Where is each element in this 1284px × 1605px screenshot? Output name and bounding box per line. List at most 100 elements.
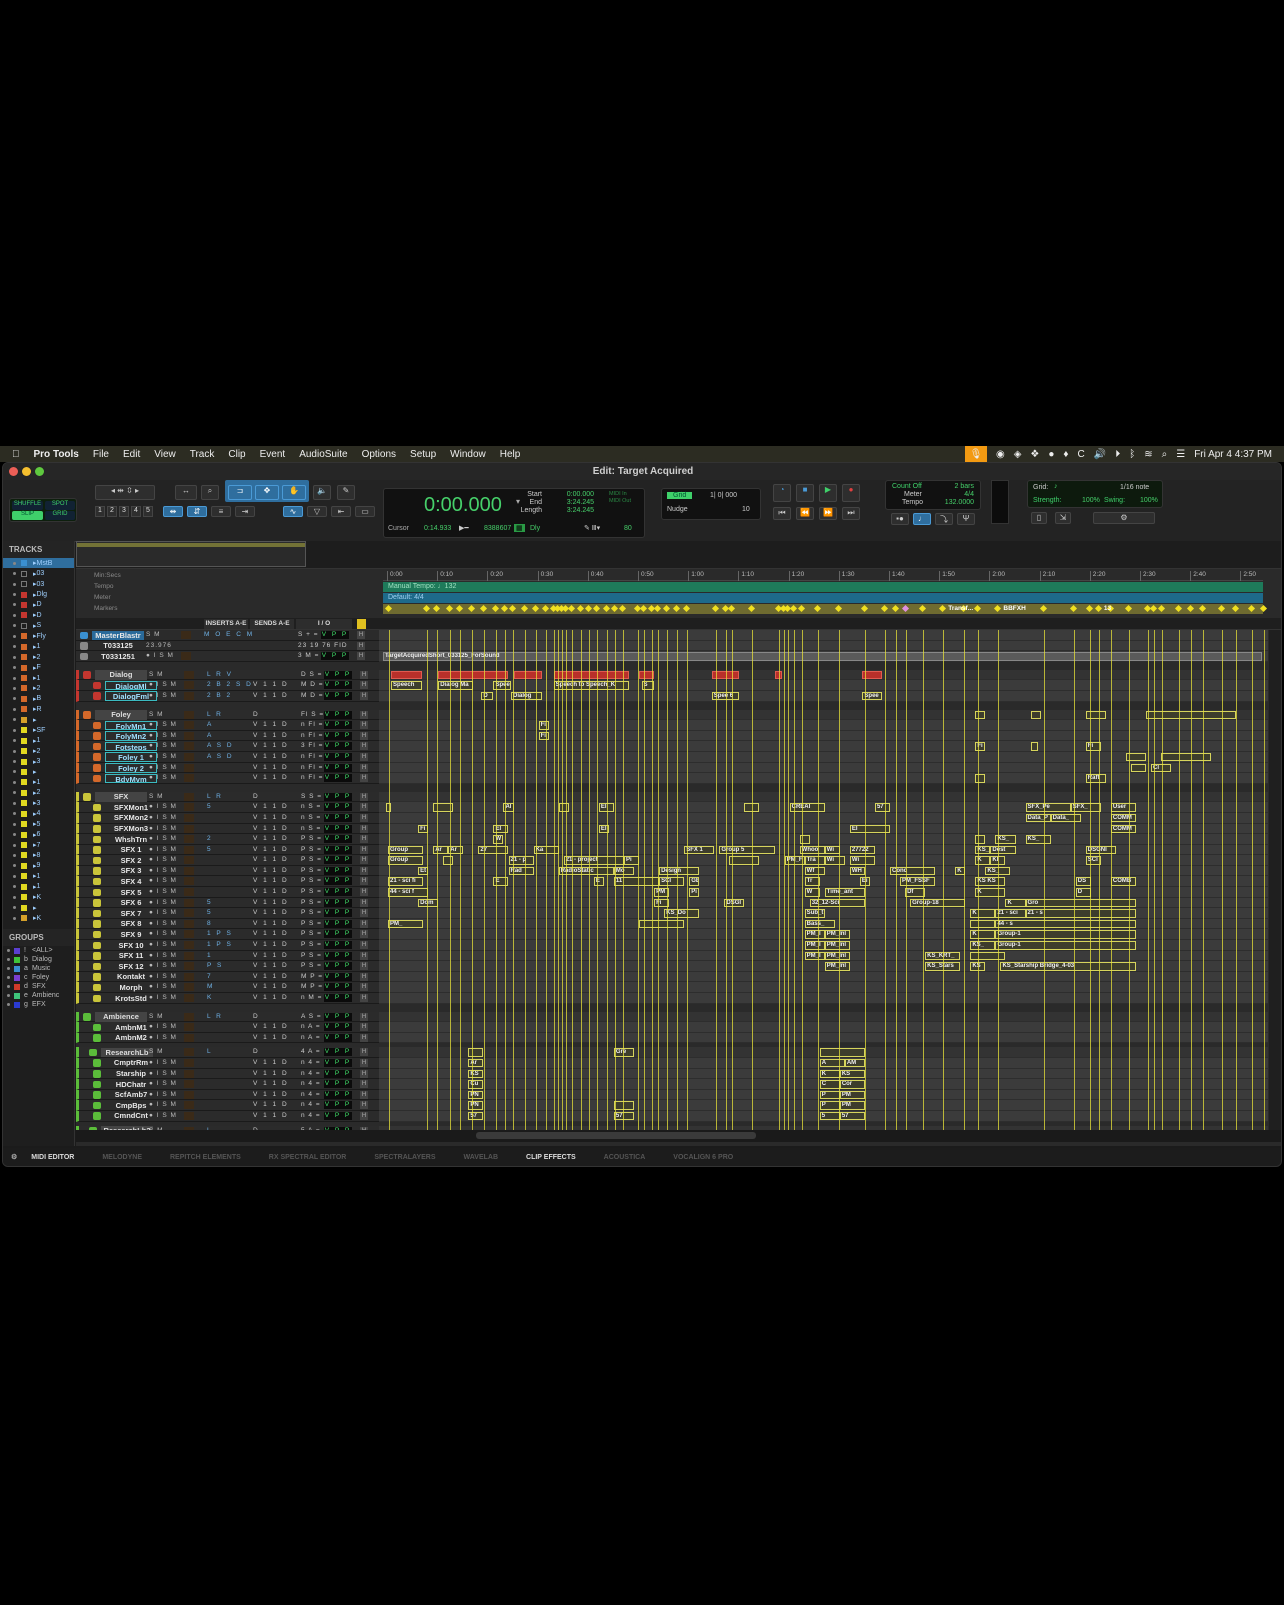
track-voice-vpp[interactable]: V P P <box>324 721 352 730</box>
vertical-scrollbar[interactable] <box>1269 630 1281 1130</box>
dropbox-icon[interactable]: ❖ <box>1030 449 1039 460</box>
clip[interactable]: Wi <box>824 856 845 865</box>
grid-mode-button[interactable]: GRID <box>45 511 75 520</box>
track-voice-vpp[interactable]: V P P <box>324 1111 352 1120</box>
bottom-tab[interactable]: REPITCH ELEMENTS <box>170 1154 241 1161</box>
track-fold-button[interactable] <box>93 920 101 928</box>
mirror-midi-icon[interactable]: ▽ <box>307 506 327 517</box>
track-inserts[interactable]: 5 <box>207 845 213 855</box>
track-io[interactable]: n Fl = <box>301 763 323 773</box>
settings-icon[interactable]: ⚙ <box>11 1153 17 1161</box>
show-hide-dot[interactable] <box>13 780 16 784</box>
marker-diamond[interactable] <box>500 604 509 613</box>
group-item[interactable]: d SFX <box>3 982 74 991</box>
clip[interactable] <box>970 919 996 929</box>
track-height-button[interactable]: H <box>360 691 368 700</box>
track-sends[interactable]: V 1 1 D <box>253 1079 289 1089</box>
track-fold-button[interactable] <box>93 1112 101 1120</box>
sidebar-track-item[interactable]: ▸ 3 <box>3 756 74 766</box>
track-state-buttons[interactable]: S M <box>149 1012 164 1022</box>
link-timeline-icon[interactable]: ⇹ <box>163 506 183 517</box>
track-voice-vpp[interactable]: V P P <box>324 877 352 886</box>
track-sends[interactable]: V 1 1 D <box>253 845 289 855</box>
clip[interactable]: Cor <box>839 1080 865 1089</box>
tab-transients-icon[interactable]: ⇥ <box>235 506 255 517</box>
marker-diamond[interactable] <box>662 604 670 613</box>
clip[interactable] <box>711 670 740 680</box>
clip[interactable]: Cl <box>1151 763 1172 773</box>
sidebar-track-item[interactable]: ▸ 2 <box>3 683 74 693</box>
track-lane[interactable]: Group ArAr 27 Ka SFX 1 Group 5 WhooWi 27722 KS_J… <box>379 844 1268 856</box>
clip[interactable]: Pi <box>689 888 700 897</box>
track-inserts[interactable]: 1 <box>207 951 213 961</box>
clip[interactable]: Fi <box>1085 742 1101 751</box>
zoom-button[interactable] <box>35 467 44 476</box>
clip[interactable]: PM_Inl <box>824 951 850 961</box>
marker-diamond[interactable] <box>541 604 549 613</box>
length-value[interactable]: 3:24.245 <box>554 507 594 514</box>
group-dot[interactable] <box>7 967 10 970</box>
clip[interactable]: Dest <box>990 845 1016 855</box>
clip[interactable]: Data_ <box>1050 813 1081 823</box>
track-voice-vpp[interactable]: V P P <box>324 919 352 928</box>
track-header[interactable]: AmbnM1 ● I S MV 1 1 Dn A = V P PH <box>76 1022 379 1033</box>
track-inserts[interactable]: L <box>207 1047 213 1057</box>
ruler-meter-label[interactable]: Meter <box>94 594 111 601</box>
track-height-button[interactable]: H <box>357 631 365 639</box>
marker-diamond[interactable] <box>521 604 529 613</box>
track-state-buttons[interactable]: ● I S M <box>149 951 177 961</box>
show-hide-dot[interactable] <box>13 666 16 670</box>
marker-diamond[interactable] <box>683 604 691 613</box>
track-voice-vpp[interactable]: V P P <box>324 1012 352 1021</box>
clip[interactable]: KS_ <box>970 941 996 950</box>
show-hide-dot[interactable] <box>13 853 16 857</box>
marker-diamond[interactable] <box>902 604 910 613</box>
marker-diamond[interactable] <box>1174 604 1182 613</box>
marker-diamond[interactable] <box>814 604 822 613</box>
track-lane[interactable]: PN P PM <box>379 1089 1268 1101</box>
clip[interactable]: 5 <box>819 1111 840 1121</box>
clip[interactable] <box>729 856 760 865</box>
clip[interactable]: Pi <box>623 856 639 865</box>
quantize-apply-icon[interactable]: ⇲ <box>1055 512 1071 524</box>
track-header[interactable]: CmptrRm ● I S MV 1 1 Dn 4 = V P PH <box>76 1057 379 1069</box>
clip[interactable]: KS_KRT_ <box>925 951 961 961</box>
track-fold-button[interactable] <box>93 1023 101 1032</box>
track-voice-vpp[interactable]: V P P <box>324 951 352 960</box>
track-height-button[interactable]: H <box>360 1023 368 1032</box>
track-voice-vpp[interactable]: V P P <box>324 1101 352 1110</box>
clip[interactable]: Spee 6 <box>711 691 740 701</box>
track-state-buttons[interactable]: ● I S M <box>149 1079 177 1089</box>
show-hide-dot[interactable] <box>13 801 16 805</box>
track-voice-vpp[interactable]: V P P <box>324 824 352 833</box>
marker-diamond[interactable] <box>1217 604 1225 613</box>
track-voice-vpp[interactable]: V P P <box>324 710 352 719</box>
menu-edit[interactable]: Edit <box>123 449 140 460</box>
overview-viewport[interactable] <box>76 541 306 567</box>
track-fold-button[interactable] <box>93 803 101 812</box>
clip[interactable]: K <box>819 1069 840 1079</box>
spot-mode-button[interactable]: SPOT <box>45 501 75 510</box>
slip-mode-button[interactable]: SLIP <box>12 511 43 520</box>
track-height-button[interactable]: H <box>360 1048 368 1057</box>
track-sends[interactable]: V 1 1 D <box>253 1022 289 1032</box>
clip[interactable]: Tra <box>804 856 825 865</box>
clip[interactable] <box>975 710 986 720</box>
marker-diamond[interactable] <box>861 604 869 613</box>
show-hide-dot[interactable] <box>13 718 16 722</box>
clip[interactable] <box>744 803 760 812</box>
sidebar-track-item[interactable]: ▸ 9 <box>3 861 74 871</box>
track-fold-button[interactable] <box>93 973 101 981</box>
end-value[interactable]: 3:24.245 <box>554 499 594 506</box>
track-io[interactable]: M P = <box>301 972 323 982</box>
clip[interactable]: COMM <box>1110 813 1136 823</box>
track-inserts[interactable]: L R <box>207 710 223 720</box>
track-height-button[interactable]: H <box>360 1012 368 1021</box>
track-lane[interactable] <box>379 1011 1268 1023</box>
track-header[interactable]: SFX 12 ● I S MP SV 1 1 DP S = V P PH <box>76 961 379 972</box>
clip[interactable]: PM_F <box>784 856 805 865</box>
clip[interactable]: PM <box>654 888 670 897</box>
show-hide-dot[interactable] <box>13 582 16 586</box>
marker-diamond[interactable] <box>592 604 600 613</box>
track-height-button[interactable]: H <box>360 1101 368 1110</box>
